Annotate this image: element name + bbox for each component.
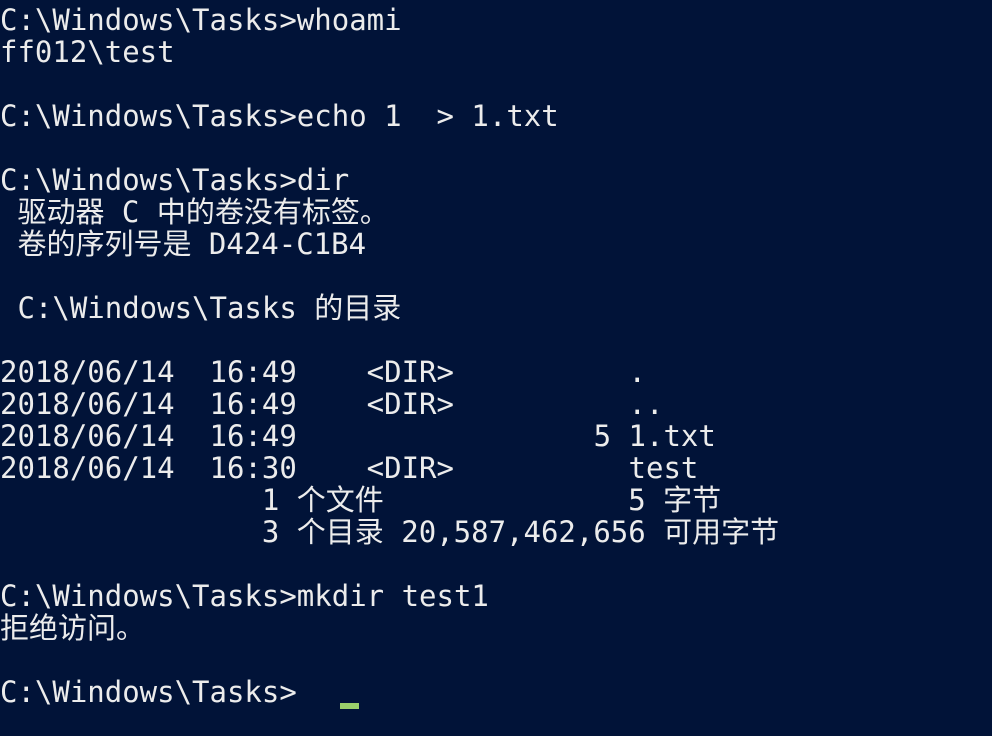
console-line: 2018/06/14 16:49 5 1.txt: [0, 419, 716, 453]
text-cursor: [340, 703, 359, 709]
console-window[interactable]: C:\Windows\Tasks>whoami ff012\test C:\Wi…: [0, 0, 992, 736]
console-line: C:\Windows\Tasks>whoami: [0, 3, 402, 37]
console-line: C:\Windows\Tasks>echo 1 > 1.txt: [0, 99, 559, 133]
console-line: 2018/06/14 16:49 <DIR> ..: [0, 387, 664, 421]
console-line: C:\Windows\Tasks>dir: [0, 163, 350, 197]
console-prompt-line[interactable]: C:\Windows\Tasks>: [0, 676, 297, 708]
console-line: 2018/06/14 16:49 <DIR> .: [0, 355, 647, 389]
console-line: 2018/06/14 16:30 <DIR> test: [0, 451, 699, 485]
console-line: C:\Windows\Tasks>mkdir test1: [0, 579, 489, 613]
console-line: 3 个目录 20,587,462,656 可用字节: [0, 515, 780, 549]
console-line: 拒绝访问。: [0, 611, 146, 645]
console-line: 驱动器 C 中的卷没有标签。: [0, 195, 389, 229]
console-line: C:\Windows\Tasks 的目录: [0, 291, 402, 325]
console-line: ff012\test: [0, 35, 175, 69]
console-line: 卷的序列号是 D424-C1B4: [0, 227, 367, 261]
console-line: 1 个文件 5 字节: [0, 483, 722, 517]
